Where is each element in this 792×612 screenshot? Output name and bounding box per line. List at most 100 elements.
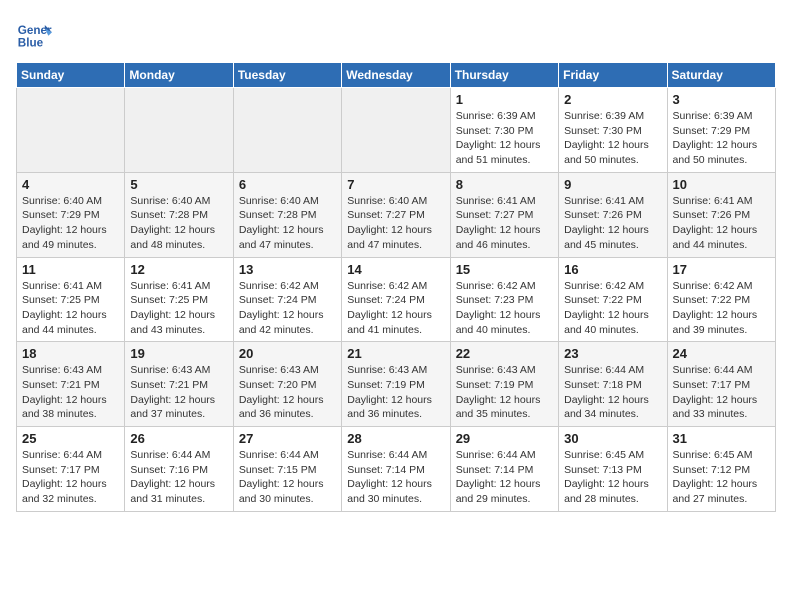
calendar-cell: 20 Sunrise: 6:43 AM Sunset: 7:20 PM Dayli… [233,342,341,427]
day-header-thursday: Thursday [450,63,558,88]
day-number: 1 [456,92,553,107]
day-info: Sunrise: 6:44 AM Sunset: 7:15 PM Dayligh… [239,448,336,507]
calendar-cell: 21 Sunrise: 6:43 AM Sunset: 7:19 PM Dayli… [342,342,450,427]
day-number: 19 [130,346,227,361]
calendar-week-4: 18 Sunrise: 6:43 AM Sunset: 7:21 PM Dayli… [17,342,776,427]
day-header-friday: Friday [559,63,667,88]
day-number: 3 [673,92,770,107]
day-info: Sunrise: 6:42 AM Sunset: 7:22 PM Dayligh… [673,279,770,338]
day-header-sunday: Sunday [17,63,125,88]
day-number: 7 [347,177,444,192]
day-number: 24 [673,346,770,361]
calendar-cell [125,88,233,173]
day-info: Sunrise: 6:39 AM Sunset: 7:29 PM Dayligh… [673,109,770,168]
day-info: Sunrise: 6:43 AM Sunset: 7:21 PM Dayligh… [130,363,227,422]
calendar-cell: 19 Sunrise: 6:43 AM Sunset: 7:21 PM Dayli… [125,342,233,427]
calendar-week-2: 4 Sunrise: 6:40 AM Sunset: 7:29 PM Daylig… [17,172,776,257]
calendar-cell [342,88,450,173]
day-number: 23 [564,346,661,361]
day-number: 13 [239,262,336,277]
day-number: 16 [564,262,661,277]
calendar-cell: 15 Sunrise: 6:42 AM Sunset: 7:23 PM Dayli… [450,257,558,342]
calendar-cell: 16 Sunrise: 6:42 AM Sunset: 7:22 PM Dayli… [559,257,667,342]
day-info: Sunrise: 6:41 AM Sunset: 7:26 PM Dayligh… [673,194,770,253]
day-header-monday: Monday [125,63,233,88]
calendar-cell: 1 Sunrise: 6:39 AM Sunset: 7:30 PM Daylig… [450,88,558,173]
day-number: 11 [22,262,119,277]
day-info: Sunrise: 6:42 AM Sunset: 7:24 PM Dayligh… [239,279,336,338]
day-info: Sunrise: 6:42 AM Sunset: 7:23 PM Dayligh… [456,279,553,338]
day-number: 18 [22,346,119,361]
calendar-cell: 4 Sunrise: 6:40 AM Sunset: 7:29 PM Daylig… [17,172,125,257]
day-info: Sunrise: 6:44 AM Sunset: 7:17 PM Dayligh… [22,448,119,507]
calendar-cell: 12 Sunrise: 6:41 AM Sunset: 7:25 PM Dayli… [125,257,233,342]
calendar-cell: 30Sunrise: 6:45 AM Sunset: 7:13 PM Dayli… [559,427,667,512]
calendar-cell: 31 Sunrise: 6:45 AM Sunset: 7:12 PM Dayli… [667,427,775,512]
day-info: Sunrise: 6:40 AM Sunset: 7:28 PM Dayligh… [130,194,227,253]
day-info: Sunrise: 6:44 AM Sunset: 7:14 PM Dayligh… [347,448,444,507]
day-info: Sunrise: 6:43 AM Sunset: 7:20 PM Dayligh… [239,363,336,422]
day-number: 17 [673,262,770,277]
day-number: 28 [347,431,444,446]
day-number: 8 [456,177,553,192]
calendar-cell: 11 Sunrise: 6:41 AM Sunset: 7:25 PM Dayli… [17,257,125,342]
calendar-cell: 26 Sunrise: 6:44 AM Sunset: 7:16 PM Dayli… [125,427,233,512]
day-info: Sunrise: 6:40 AM Sunset: 7:29 PM Dayligh… [22,194,119,253]
calendar-cell: 2 Sunrise: 6:39 AM Sunset: 7:30 PM Daylig… [559,88,667,173]
calendar-cell: 7Sunrise: 6:40 AM Sunset: 7:27 PM Daylig… [342,172,450,257]
logo-icon: General Blue [16,16,52,52]
day-header-saturday: Saturday [667,63,775,88]
calendar-cell: 18 Sunrise: 6:43 AM Sunset: 7:21 PM Dayli… [17,342,125,427]
day-number: 26 [130,431,227,446]
calendar: SundayMondayTuesdayWednesdayThursdayFrid… [16,62,776,512]
calendar-cell: 5 Sunrise: 6:40 AM Sunset: 7:28 PM Daylig… [125,172,233,257]
day-info: Sunrise: 6:39 AM Sunset: 7:30 PM Dayligh… [456,109,553,168]
day-info: Sunrise: 6:41 AM Sunset: 7:25 PM Dayligh… [22,279,119,338]
logo: General Blue [16,16,56,52]
day-number: 5 [130,177,227,192]
svg-text:Blue: Blue [18,37,44,50]
day-number: 15 [456,262,553,277]
calendar-cell: 14Sunrise: 6:42 AM Sunset: 7:24 PM Dayli… [342,257,450,342]
day-number: 31 [673,431,770,446]
day-number: 27 [239,431,336,446]
calendar-cell: 25Sunrise: 6:44 AM Sunset: 7:17 PM Dayli… [17,427,125,512]
day-number: 4 [22,177,119,192]
day-number: 2 [564,92,661,107]
day-number: 29 [456,431,553,446]
day-info: Sunrise: 6:43 AM Sunset: 7:19 PM Dayligh… [456,363,553,422]
day-info: Sunrise: 6:41 AM Sunset: 7:25 PM Dayligh… [130,279,227,338]
calendar-cell: 8 Sunrise: 6:41 AM Sunset: 7:27 PM Daylig… [450,172,558,257]
day-number: 9 [564,177,661,192]
day-info: Sunrise: 6:44 AM Sunset: 7:16 PM Dayligh… [130,448,227,507]
calendar-cell: 3 Sunrise: 6:39 AM Sunset: 7:29 PM Daylig… [667,88,775,173]
day-info: Sunrise: 6:41 AM Sunset: 7:27 PM Dayligh… [456,194,553,253]
day-info: Sunrise: 6:39 AM Sunset: 7:30 PM Dayligh… [564,109,661,168]
day-info: Sunrise: 6:43 AM Sunset: 7:19 PM Dayligh… [347,363,444,422]
calendar-cell [17,88,125,173]
calendar-cell: 9 Sunrise: 6:41 AM Sunset: 7:26 PM Daylig… [559,172,667,257]
calendar-cell: 13 Sunrise: 6:42 AM Sunset: 7:24 PM Dayli… [233,257,341,342]
day-number: 30 [564,431,661,446]
day-number: 20 [239,346,336,361]
day-info: Sunrise: 6:43 AM Sunset: 7:21 PM Dayligh… [22,363,119,422]
calendar-week-3: 11 Sunrise: 6:41 AM Sunset: 7:25 PM Dayli… [17,257,776,342]
calendar-cell: 10Sunrise: 6:41 AM Sunset: 7:26 PM Dayli… [667,172,775,257]
day-number: 22 [456,346,553,361]
day-number: 21 [347,346,444,361]
calendar-cell: 29 Sunrise: 6:44 AM Sunset: 7:14 PM Dayli… [450,427,558,512]
calendar-week-1: 1 Sunrise: 6:39 AM Sunset: 7:30 PM Daylig… [17,88,776,173]
calendar-cell: 28 Sunrise: 6:44 AM Sunset: 7:14 PM Dayli… [342,427,450,512]
calendar-week-5: 25Sunrise: 6:44 AM Sunset: 7:17 PM Dayli… [17,427,776,512]
day-info: Sunrise: 6:42 AM Sunset: 7:22 PM Dayligh… [564,279,661,338]
day-info: Sunrise: 6:45 AM Sunset: 7:12 PM Dayligh… [673,448,770,507]
day-number: 12 [130,262,227,277]
day-header-wednesday: Wednesday [342,63,450,88]
day-info: Sunrise: 6:44 AM Sunset: 7:14 PM Dayligh… [456,448,553,507]
calendar-cell: 23 Sunrise: 6:44 AM Sunset: 7:18 PM Dayli… [559,342,667,427]
day-info: Sunrise: 6:41 AM Sunset: 7:26 PM Dayligh… [564,194,661,253]
day-info: Sunrise: 6:40 AM Sunset: 7:28 PM Dayligh… [239,194,336,253]
day-info: Sunrise: 6:44 AM Sunset: 7:18 PM Dayligh… [564,363,661,422]
calendar-cell: 17 Sunrise: 6:42 AM Sunset: 7:22 PM Dayli… [667,257,775,342]
day-header-tuesday: Tuesday [233,63,341,88]
